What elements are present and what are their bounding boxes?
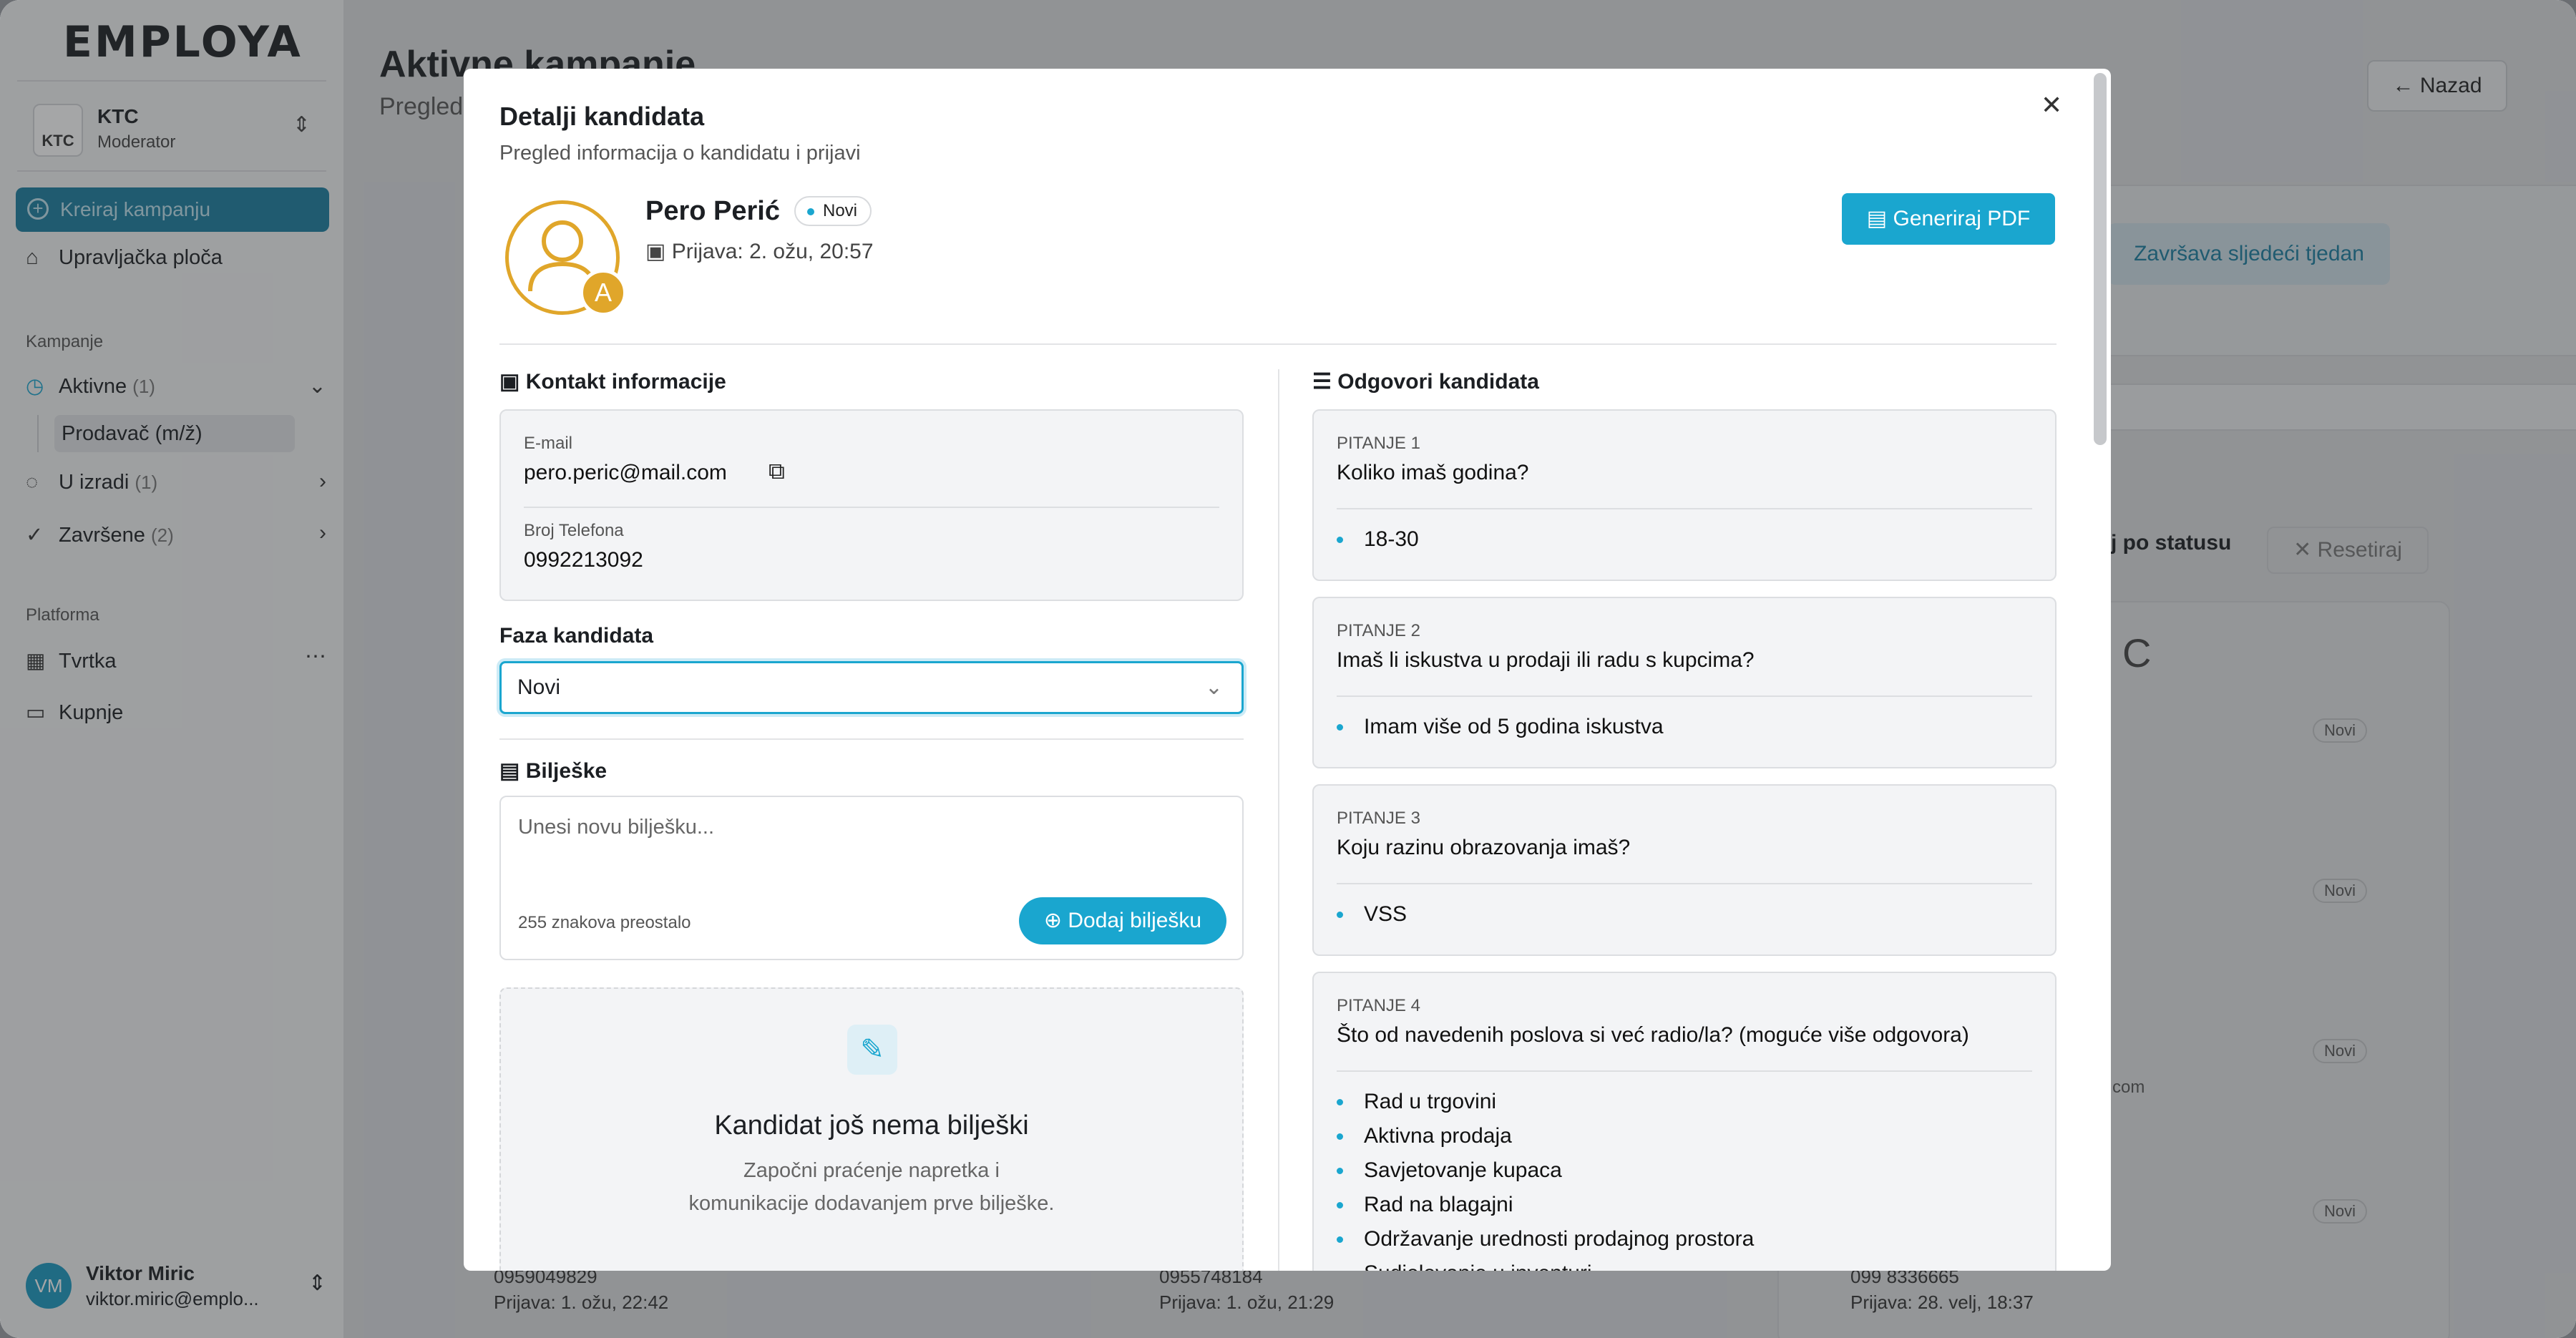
answer-item: VSS	[1336, 897, 1407, 932]
email-label: E-mail	[524, 434, 573, 453]
plus-circle-icon: ⊕	[1043, 909, 1062, 932]
note-edit-icon: ✎	[847, 1025, 897, 1075]
candidate-details-modal: Detalji kandidata Pregled informacija o …	[464, 69, 2111, 1271]
notes-heading-text: Bilješke	[525, 759, 608, 783]
add-note-label: Dodaj bilješku	[1068, 909, 1202, 932]
answer-list: Rad u trgovini Aktivna prodaja Savjetova…	[1336, 1085, 1754, 1271]
divider	[499, 343, 2057, 345]
contact-card-icon: ▣	[499, 370, 520, 394]
phase-select[interactable]: Novi ⌄	[499, 661, 1244, 714]
modal-title: Detalji kandidata	[499, 102, 705, 131]
generate-pdf-button[interactable]: ▤ Generiraj PDF	[1842, 193, 2055, 245]
question-label: PITANJE 3	[1337, 809, 1420, 828]
empty-title: Kandidat još nema bilješki	[714, 1110, 1029, 1141]
answers-heading-text: Odgovori kandidata	[1337, 370, 1539, 394]
answers-heading: ☰ Odgovori kandidata	[1312, 369, 1539, 394]
question-card: PITANJE 1 Koliko imaš godina? 18-30	[1312, 409, 2057, 581]
question-text: Koliko imaš godina?	[1337, 461, 1529, 484]
contact-info-card: E-mail pero.peric@mail.com ⧉ Broj Telefo…	[499, 409, 1244, 601]
empty-text-line2: komunikacije dodavanjem prve bilješke.	[688, 1192, 1055, 1215]
divider	[1337, 508, 2032, 509]
avatar-letter-badge: A	[580, 269, 627, 316]
application-date: ▣ Prijava: 2. ožu, 20:57	[645, 239, 874, 264]
divider	[524, 507, 1219, 508]
answer-item: Rad na blagajni	[1336, 1188, 1754, 1222]
answer-item: Savjetovanje kupaca	[1336, 1153, 1754, 1188]
divider	[1337, 695, 2032, 697]
notes-empty-state: ✎ Kandidat još nema bilješki Započni pra…	[499, 987, 1244, 1271]
question-label: PITANJE 2	[1337, 621, 1420, 640]
question-label: PITANJE 1	[1337, 434, 1420, 453]
status-badge: Novi	[794, 196, 872, 226]
answer-item: 18-30	[1337, 522, 1419, 557]
notes-placeholder: Unesi novu bilješku...	[518, 816, 715, 839]
divider	[1337, 1070, 2032, 1072]
add-note-button[interactable]: ⊕ Dodaj bilješku	[1019, 897, 1226, 944]
generate-pdf-label: Generiraj PDF	[1893, 207, 2031, 230]
phone-label: Broj Telefona	[524, 521, 624, 540]
list-icon: ☰	[1312, 370, 1332, 394]
scrollbar[interactable]	[2094, 73, 2107, 445]
empty-text-line1: Započni praćenje napretka i	[743, 1159, 1000, 1182]
divider	[499, 738, 1244, 740]
question-card: PITANJE 2 Imaš li iskustva u prodaji ili…	[1312, 597, 2057, 768]
contact-heading-text: Kontakt informacije	[525, 370, 726, 394]
phase-heading: Faza kandidata	[499, 624, 654, 648]
question-card: PITANJE 3 Koju razinu obrazovanja imaš? …	[1312, 784, 2057, 956]
answer-list: 18-30	[1337, 522, 1419, 557]
question-text: Što od navedenih poslova si već radio/la…	[1337, 1023, 1969, 1047]
notes-heading: ▤ Bilješke	[499, 758, 607, 783]
answer-item: Imam više od 5 godina iskustva	[1337, 710, 1664, 744]
chevron-down-icon: ⌄	[1204, 675, 1223, 699]
answer-item: Sudjelovanje u inventuri	[1364, 1256, 1754, 1271]
answer-item: Rad u trgovini	[1336, 1085, 1754, 1119]
modal-subtitle: Pregled informacija o kandidatu i prijav…	[499, 142, 861, 165]
question-card: PITANJE 4 Što od navedenih poslova si ve…	[1312, 972, 2057, 1271]
file-icon: ▤	[1866, 207, 1888, 230]
contact-heading: ▣ Kontakt informacije	[499, 369, 726, 394]
chars-remaining: 255 znakova preostalo	[518, 913, 691, 932]
email-value: pero.peric@mail.com	[524, 461, 727, 484]
answer-item: Održavanje urednosti prodajnog prostora	[1336, 1222, 1754, 1256]
notebook-icon: ▤	[499, 759, 520, 783]
question-label: PITANJE 4	[1337, 996, 1420, 1015]
question-text: Imaš li iskustva u prodaji ili radu s ku…	[1337, 648, 1755, 672]
answer-list: VSS	[1336, 897, 1407, 932]
answer-item: Aktivna prodaja	[1336, 1119, 1754, 1153]
divider	[1337, 883, 2032, 884]
close-icon[interactable]: ✕	[2041, 90, 2062, 120]
question-text: Koju razinu obrazovanja imaš?	[1337, 836, 1631, 859]
application-date-text: Prijava: 2. ožu, 20:57	[671, 240, 874, 263]
column-divider	[1278, 369, 1279, 1271]
calendar-icon: ▣	[645, 240, 666, 263]
phase-select-value: Novi	[517, 675, 561, 699]
candidate-name: Pero Perić	[645, 196, 780, 226]
answer-list: Imam više od 5 godina iskustva	[1337, 710, 1664, 744]
notes-input[interactable]: Unesi novu bilješku... 255 znakova preos…	[499, 796, 1244, 960]
phone-value: 0992213092	[524, 548, 643, 572]
copy-icon[interactable]: ⧉	[769, 458, 785, 485]
